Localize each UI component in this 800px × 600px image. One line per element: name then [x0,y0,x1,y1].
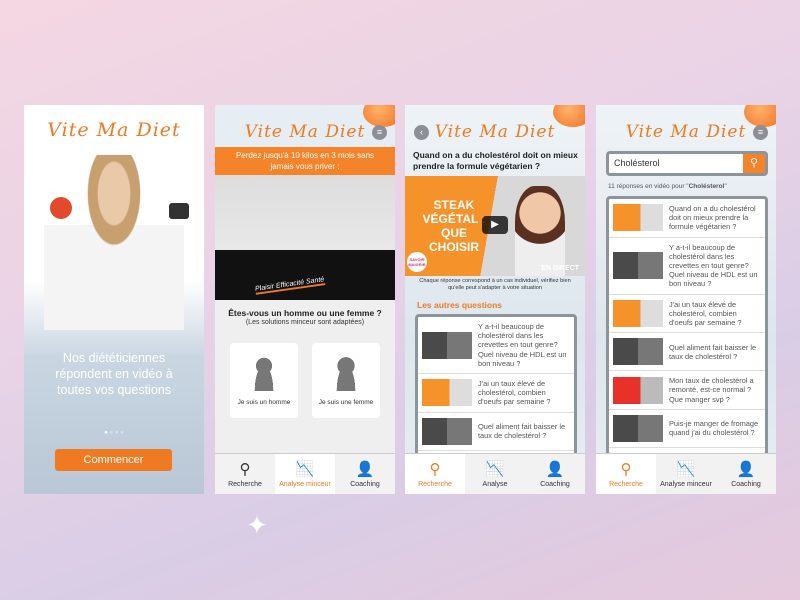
nav-search[interactable]: ⚲ Recherche [596,454,656,494]
video-thumbnail [422,331,472,359]
list-item[interactable]: Y a-t-il beaucoup de cholestérol dans le… [609,238,765,295]
menu-icon[interactable]: ≡ [372,125,387,140]
nav-analysis[interactable]: 📉 Analyse [465,454,525,494]
screen-analysis: Vite Ma Diet ≡ Perdez jusqu'à 10 kilos e… [215,105,395,494]
results-list: Quand on a du cholestérol doit on mieux … [606,196,768,456]
presenter [515,186,565,276]
list-item[interactable]: Quel aliment fait baisser le taux de cho… [609,333,765,372]
nav-coaching[interactable]: 👤 Coaching [525,454,585,494]
woman-option[interactable]: Je suis une femme [312,343,380,418]
list-item[interactable]: Quel aliment fait baisser le taux de cho… [418,413,574,451]
bottom-nav: ⚲ Recherche 📉 Analyse minceur 👤 Coaching [215,453,395,494]
search-bar: Cholésterol ⚲ [606,151,768,176]
other-questions-title: Les autres questions [417,300,503,310]
carousel-dots[interactable]: ● ● ● ● [24,430,204,436]
video-thumbnail [422,417,472,445]
video-thumbnail [613,338,663,366]
gender-question: Êtes-vous un homme ou une femme ? [228,308,382,318]
screen-video: ‹ Vite Ma Diet Quand on a du cholestérol… [405,105,585,494]
woman-avatar-icon [333,355,359,391]
coach-icon: 👤 [736,461,756,478]
live-badge: EN DIRECT [541,265,579,272]
man-option[interactable]: Je suis un homme [230,343,298,418]
search-icon: ⚲ [429,461,441,478]
coach-icon: 👤 [545,461,565,478]
brand-badge: SAVOIR MAIGRIR [407,252,427,272]
promo-banner: Perdez jusqu'à 10 kilos en 3 mois sans j… [215,147,395,175]
app-logo: Vite Ma Diet [625,122,747,142]
app-logo: Vite Ma Diet [434,122,556,142]
questions-list: Y a-t-il beaucoup de cholestérol dans le… [415,314,577,464]
tomato-icon [50,197,72,219]
video-thumbnail [613,299,663,327]
nav-coaching[interactable]: 👤 Coaching [716,454,776,494]
man-avatar-icon [251,355,277,391]
nav-coaching[interactable]: 👤 Coaching [335,454,395,494]
dot-active: ● [104,430,108,436]
video-player[interactable]: STEAK VÉGÉTAL : QUE CHOISIR ▶ EN DIRECT … [405,176,585,276]
dumbbell-icon [169,203,189,219]
promo-image: Plaisir Efficacité Santé [215,175,395,300]
video-question: Quand on a du cholestérol doit on mieux … [413,150,578,171]
menu-icon[interactable]: ≡ [753,125,768,140]
list-item[interactable]: Mon taux de cholestérol a remonté, est-c… [609,371,765,410]
search-icon: ⚲ [239,461,251,478]
nav-search[interactable]: ⚲ Recherche [405,454,465,494]
chart-icon: 📉 [676,461,696,478]
search-button[interactable]: ⚲ [743,154,765,173]
play-button[interactable]: ▶ [482,216,508,234]
man-label: Je suis un homme [237,399,291,406]
video-title: STEAK VÉGÉTAL : QUE CHOISIR [422,198,486,254]
start-button[interactable]: Commencer [55,449,172,471]
nav-analysis[interactable]: 📉 Analyse minceur [656,454,716,494]
nav-analysis[interactable]: 📉 Analyse minceur [275,454,335,494]
app-logo: Vite Ma Diet [47,119,181,141]
disclaimer: Chaque réponse correspond à un cas indiv… [419,278,571,291]
chart-icon: 📉 [295,461,315,478]
woman-label: Je suis une femme [318,399,374,406]
caption: Plaisir Efficacité Santé [254,276,325,295]
coach-icon: 👤 [355,461,375,478]
video-thumbnail [613,376,663,404]
list-item[interactable]: Y a-t-il beaucoup de cholestérol dans le… [418,317,574,375]
tagline: Nos diététiciennes répondent en vidéo à … [55,351,173,397]
search-icon: ⚲ [620,461,632,478]
app-logo: Vite Ma Diet [244,122,366,142]
screen-onboarding: Vite Ma Diet Nos diététiciennes réponden… [24,105,204,494]
bottom-nav: ⚲ Recherche 📉 Analyse minceur 👤 Coaching [596,453,776,494]
gender-subtitle: (Les solutions minceur sont adaptées) [245,319,365,326]
video-thumbnail [613,414,663,442]
list-item[interactable]: J'ai un taux élevé de cholestérol, combi… [609,295,765,334]
bottom-nav: ⚲ Recherche 📉 Analyse 👤 Coaching [405,453,585,494]
list-item[interactable]: J'ai un taux élevé de cholestérol, combi… [418,374,574,413]
video-thumbnail [613,252,663,280]
search-input[interactable]: Cholésterol [609,154,743,173]
nav-search[interactable]: ⚲ Recherche [215,454,275,494]
dietitian-photo [44,155,184,330]
video-thumbnail [613,204,663,232]
results-count: 11 réponses en vidéo pour "Cholésterol" [608,183,727,190]
video-thumbnail [422,379,472,407]
list-item[interactable]: Quand on a du cholestérol doit on mieux … [609,199,765,238]
chart-icon: 📉 [485,461,505,478]
list-item[interactable]: Puis-je manger de fromage quand j'ai du … [609,410,765,448]
sparkle-icon: ✦ [246,510,268,540]
screen-search: Vite Ma Diet ≡ Cholésterol ⚲ 11 réponses… [596,105,776,494]
